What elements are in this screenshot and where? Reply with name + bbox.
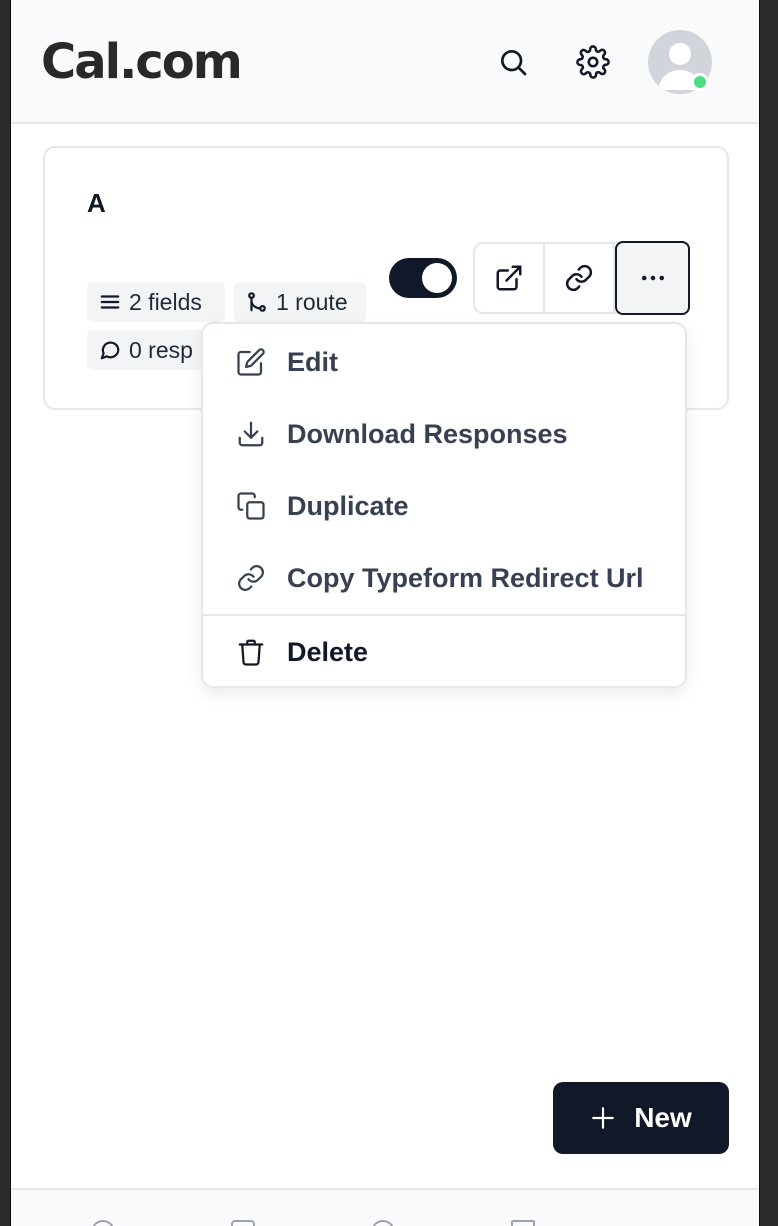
edit-icon [235, 346, 267, 378]
new-button-label: New [634, 1102, 692, 1133]
more-options-button[interactable] [615, 241, 690, 315]
menu-item-delete[interactable]: Delete [203, 616, 685, 688]
form-title: A [87, 188, 106, 218]
menu-item-label: Download Responses [287, 418, 568, 449]
menu-item-label: Duplicate [287, 490, 409, 521]
responses-count: 0 resp [129, 336, 193, 363]
download-icon [235, 418, 267, 450]
nav-icon[interactable] [371, 1220, 395, 1226]
menu-item-label: Edit [287, 346, 338, 377]
app-viewport: Cal.com A 2 fields 1 route 0 resp Edit D… [10, 0, 760, 1226]
menu-item-copy-typeform-url[interactable]: Copy Typeform Redirect Url [203, 542, 685, 614]
external-link-icon [496, 265, 522, 291]
card-actions-group [473, 241, 690, 315]
form-enabled-toggle[interactable] [389, 258, 457, 298]
message-circle-icon [100, 341, 120, 360]
nav-icon[interactable] [231, 1220, 255, 1226]
gear-icon [576, 45, 610, 79]
top-bar: Cal.com [11, 0, 759, 124]
menu-item-edit[interactable]: Edit [203, 326, 685, 398]
trash-icon [235, 636, 267, 668]
search-button[interactable] [489, 38, 537, 86]
search-icon [501, 50, 527, 76]
bottom-nav-bar [11, 1188, 759, 1226]
link-icon [235, 562, 267, 594]
online-status-dot [691, 73, 709, 91]
nav-icon[interactable] [91, 1220, 115, 1226]
copy-link-button[interactable] [545, 244, 616, 312]
nav-icon[interactable] [511, 1220, 535, 1226]
menu-item-duplicate[interactable]: Duplicate [203, 470, 685, 542]
menu-item-label: Delete [287, 636, 369, 667]
routes-count: 1 route [276, 288, 348, 315]
toggle-knob [422, 263, 452, 293]
menu-item-download-responses[interactable]: Download Responses [203, 398, 685, 470]
more-horizontal-icon [641, 275, 664, 281]
actions-dropdown-menu: Edit Download Responses Duplicate Copy T… [201, 322, 687, 688]
link-icon [565, 264, 593, 292]
logo[interactable]: Cal.com [41, 34, 243, 90]
duplicate-icon [235, 490, 267, 522]
new-form-button[interactable]: New [553, 1082, 729, 1154]
routes-badge: 1 route [234, 282, 366, 322]
git-merge-icon [248, 292, 266, 312]
menu-item-label: Copy Typeform Redirect Url [287, 562, 644, 593]
settings-button[interactable] [569, 38, 617, 86]
plus-icon [592, 1107, 615, 1129]
menu-lines-icon [100, 295, 120, 309]
fields-count: 2 fields [129, 288, 202, 315]
preview-button[interactable] [475, 244, 546, 312]
fields-badge: 2 fields [87, 282, 225, 322]
